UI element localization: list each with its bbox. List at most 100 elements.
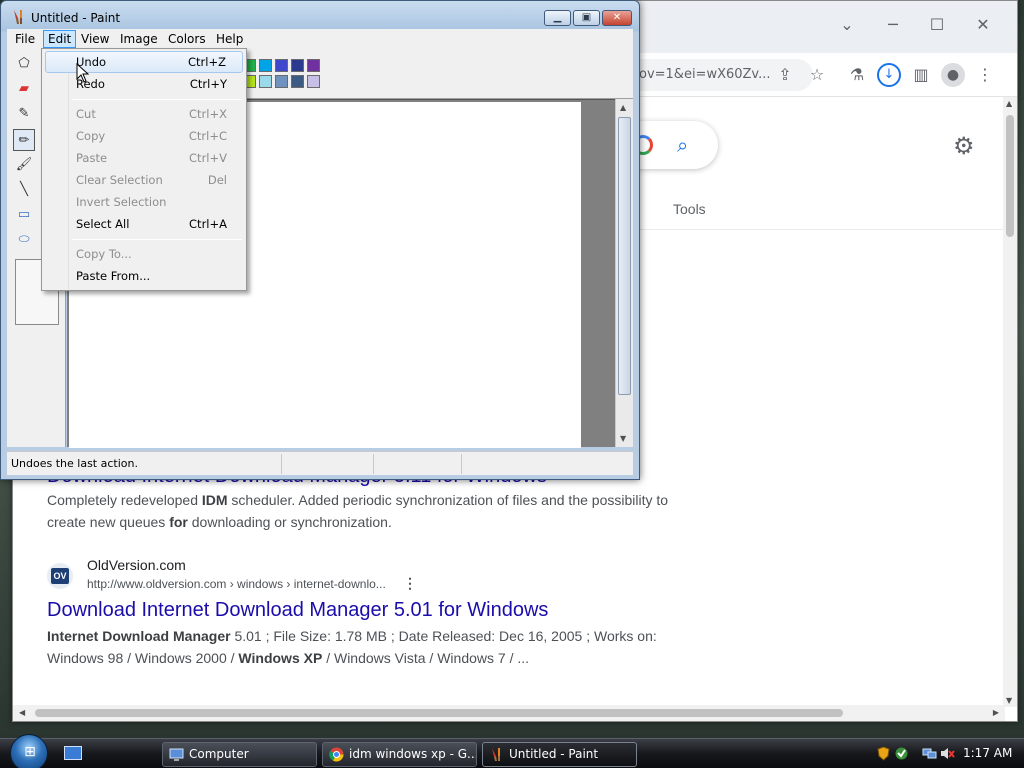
paint-icon [492,748,500,761]
tools-tab[interactable]: Tools [673,201,706,217]
status-divider [281,454,282,474]
menu-item-paste-from[interactable]: Paste From... [45,265,243,287]
chrome-icon [329,747,344,762]
scroll-down-icon[interactable]: ▼ [1006,696,1012,705]
result-snippet: Internet Download Manager 5.01 ; File Si… [47,628,657,666]
site-url[interactable]: http://www.oldversion.com › windows › in… [87,577,386,591]
tab-search-icon[interactable]: ⌄ [833,11,861,39]
menu-separator [72,239,242,240]
side-panel-icon[interactable]: ▥ [909,63,933,87]
close-button[interactable]: ✕ [602,10,632,26]
scroll-left-icon[interactable]: ◀ [19,708,25,717]
menu-item-invert-selection[interactable]: Invert Selection [45,191,243,213]
free-select-icon[interactable]: ⬠ [13,53,35,75]
menu-item-cut[interactable]: Cut Ctrl+X [45,103,243,125]
taskbar-button-label: Untitled - Paint [509,747,599,761]
menu-item-copy-to[interactable]: Copy To... [45,243,243,265]
menu-item-undo[interactable]: Undo Ctrl+Z [45,51,243,73]
color-swatch[interactable] [291,59,304,72]
menu-item-select-all[interactable]: Select All Ctrl+A [45,213,243,235]
color-swatch[interactable] [307,59,320,72]
status-divider [461,454,462,474]
color-picker-icon[interactable]: ✎ [13,103,35,125]
page-horizontal-scrollbar[interactable]: ◀ ▶ [13,705,1005,721]
scroll-up-icon[interactable]: ▲ [620,103,626,112]
menu-help[interactable]: Help [212,30,247,48]
color-swatch[interactable] [307,75,320,88]
menu-edit[interactable]: Edit [43,30,77,48]
ellipse-icon[interactable]: ⬭ [13,229,35,251]
share-icon[interactable]: ⇪ [773,63,797,87]
settings-gear-icon[interactable]: ⚙ [953,133,979,159]
brush-icon[interactable]: 🖌 [13,154,35,176]
color-swatch[interactable] [291,75,304,88]
mouse-cursor-icon [76,63,90,83]
scroll-thumb[interactable] [35,709,843,717]
taskbar: ⊞ Computer idm windows xp - G... Untitle… [0,734,1024,768]
menu-image[interactable]: Image [116,30,162,48]
site-name[interactable]: OldVersion.com [87,557,186,573]
rectangle-icon[interactable]: ▭ [13,204,35,226]
volume-muted-icon[interactable] [940,746,955,761]
network-icon[interactable] [922,746,937,761]
search-icon[interactable]: ⌕ [677,133,701,157]
minimize-button[interactable]: ▁ [544,10,571,26]
search-results: Download Internet Download Manager 5.11 … [47,463,687,669]
bookmark-star-icon[interactable]: ☆ [805,63,829,87]
result-title[interactable]: Download Internet Download Manager 5.01 … [47,597,687,623]
color-swatch[interactable] [259,59,272,72]
start-button[interactable]: ⊞ [10,734,48,768]
menu-item-paste[interactable]: Paste Ctrl+V [45,147,243,169]
status-divider [373,454,374,474]
page-vertical-scrollbar[interactable]: ▲ ▼ [1003,97,1017,707]
scroll-up-icon[interactable]: ▲ [1006,99,1012,108]
labs-flask-icon[interactable]: ⚗ [845,63,869,87]
color-swatch[interactable] [259,75,272,88]
color-swatch[interactable] [275,59,288,72]
minimize-icon[interactable]: ─ [879,11,907,39]
more-menu-icon[interactable]: ⋮ [973,63,997,87]
result-source: OV OldVersion.com http://www.oldversion.… [47,557,687,595]
color-swatch[interactable] [275,75,288,88]
scroll-thumb[interactable] [1006,115,1014,237]
taskbar-button-computer[interactable]: Computer [162,742,317,767]
taskbar-button-label: idm windows xp - G... [349,747,477,761]
pencil-icon[interactable]: ✏ [13,129,35,151]
menu-item-redo[interactable]: Redo Ctrl+Y [45,73,243,95]
result-snippet: Completely redeveloped IDM scheduler. Ad… [47,492,669,530]
paint-window: Untitled - Paint ▁ ▣ ✕ File Edit View Im… [0,0,640,480]
show-desktop-icon[interactable] [64,746,82,760]
computer-icon [169,748,184,761]
scroll-down-icon[interactable]: ▼ [620,434,626,443]
menu-item-clear-selection[interactable]: Clear Selection Del [45,169,243,191]
download-icon[interactable]: ↓ [877,63,901,87]
taskbar-button-paint[interactable]: Untitled - Paint [482,742,637,767]
taskbar-button-chrome[interactable]: idm windows xp - G... [322,742,477,767]
menu-item-copy[interactable]: Copy Ctrl+C [45,125,243,147]
status-bar: Undoes the last action. [7,451,633,475]
menu-colors[interactable]: Colors [164,30,210,48]
canvas-vertical-scrollbar[interactable]: ▲ ▼ [615,99,633,447]
profile-avatar[interactable]: ● [941,63,965,87]
edit-menu-dropdown: Undo Ctrl+Z Redo Ctrl+Y Cut Ctrl+X Copy Ctrl… [41,48,247,291]
result-options-icon[interactable]: ⋮ [403,575,417,592]
site-favicon-icon: OV [47,563,73,589]
maximize-icon[interactable]: ☐ [923,11,951,39]
update-icon[interactable] [894,746,909,761]
windows-logo-icon: ⊞ [24,744,36,760]
eraser-icon[interactable]: ▰ [13,78,35,100]
scroll-right-icon[interactable]: ▶ [993,708,999,717]
menu-bar: File Edit View Image Colors Help [7,29,633,49]
status-text: Undoes the last action. [11,457,138,470]
menu-view[interactable]: View [77,30,113,48]
maximize-button[interactable]: ▣ [573,10,600,26]
window-title: Untitled - Paint [31,11,121,25]
line-icon[interactable]: ╲ [13,179,35,201]
security-shield-icon[interactable] [876,746,891,761]
close-icon[interactable]: ✕ [969,11,997,39]
paint-app-icon [14,10,22,24]
taskbar-button-label: Computer [189,747,249,761]
menu-file[interactable]: File [11,30,39,48]
clock[interactable]: 1:17 AM [963,746,1012,760]
scroll-thumb[interactable] [618,117,631,395]
